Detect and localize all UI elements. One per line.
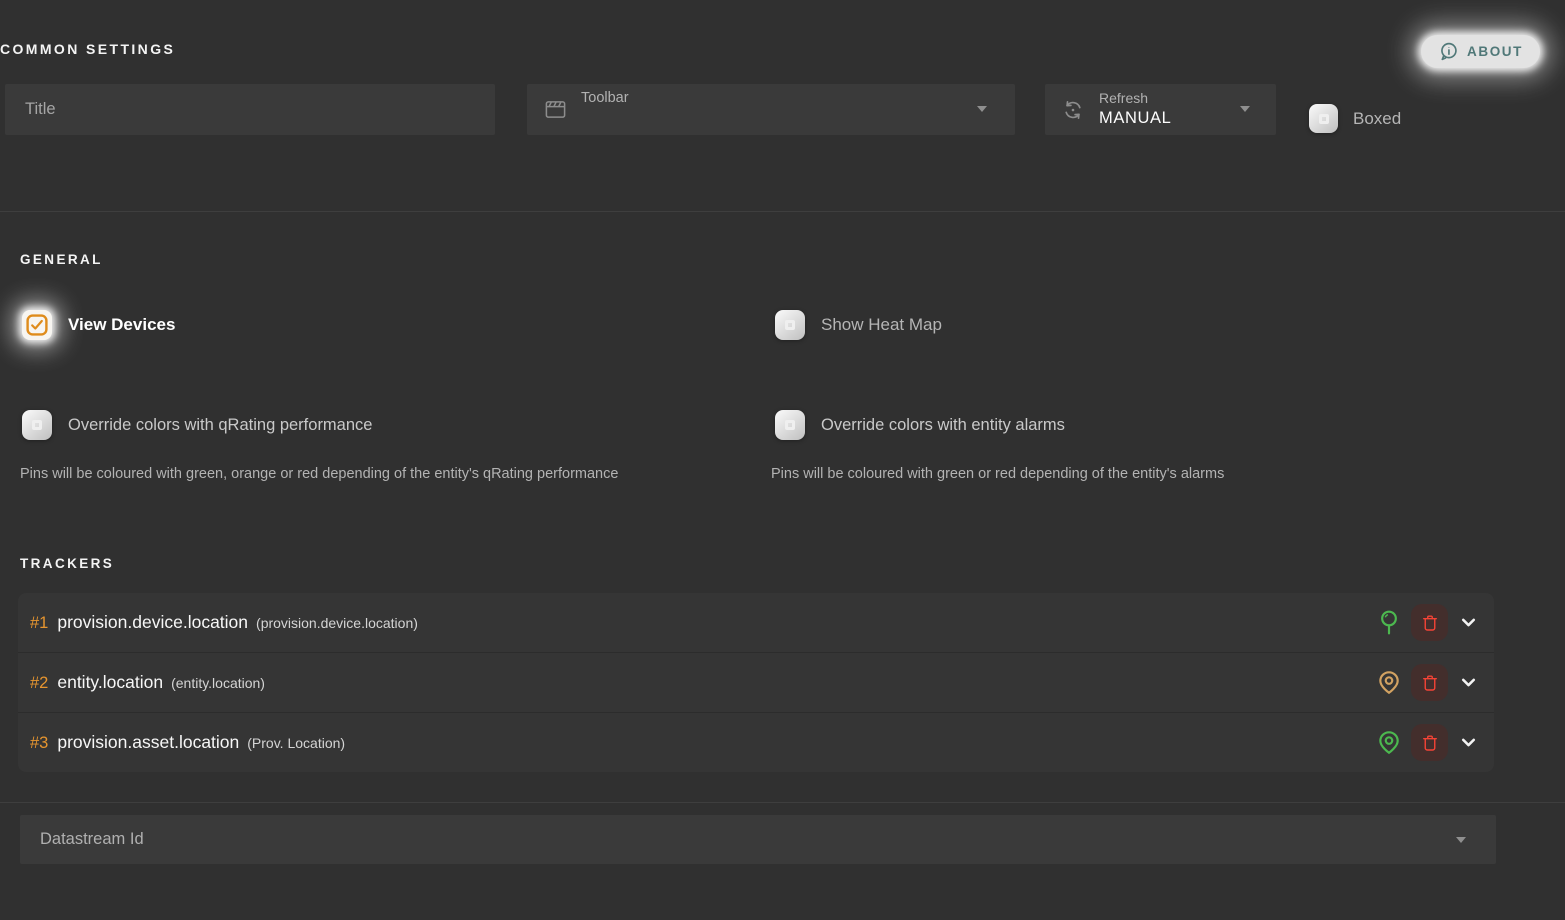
show-heat-map-checkbox[interactable]: [775, 310, 805, 340]
override-alarms-label: Override colors with entity alarms: [821, 415, 1065, 434]
tracker-name: entity.location: [57, 672, 164, 692]
trackers-list: #1 provision.device.location (provision.…: [18, 593, 1494, 772]
tracker-alias: (entity.location): [171, 675, 265, 691]
trackers-heading: TRACKERS: [20, 556, 115, 571]
general-heading: GENERAL: [20, 252, 103, 267]
toolbar-select[interactable]: Toolbar: [527, 84, 1015, 135]
tracker-name: provision.asset.location: [57, 732, 240, 752]
toolbar-select-label: Toolbar: [581, 90, 629, 106]
tracker-row: #1 provision.device.location (provision.…: [18, 593, 1494, 652]
refresh-select-label: Refresh: [1099, 90, 1149, 107]
dropdown-caret-icon: [1240, 106, 1250, 112]
location-marker-icon[interactable]: [1375, 729, 1403, 756]
delete-tracker-button[interactable]: [1411, 664, 1448, 701]
refresh-select[interactable]: Refresh MANUAL: [1045, 84, 1276, 135]
tracker-row: #2 entity.location (entity.location): [18, 652, 1494, 712]
pin-drop-icon[interactable]: [1375, 609, 1403, 636]
tracker-row: #3 provision.asset.location (Prov. Locat…: [18, 712, 1494, 772]
tracker-name: provision.device.location: [57, 612, 249, 632]
title-input[interactable]: [5, 84, 495, 135]
override-qrating-label: Override colors with qRating performance: [68, 415, 373, 434]
override-qrating-description: Pins will be coloured with green, orange…: [20, 466, 619, 482]
map-widget-settings-panel: COMMON SETTINGS ABOUT Toolbar: [0, 0, 1565, 920]
tracker-alias: (Prov. Location): [247, 735, 346, 751]
dropdown-caret-icon: [977, 106, 987, 112]
refresh-select-value: MANUAL: [1099, 108, 1172, 127]
common-settings-heading: COMMON SETTINGS: [0, 41, 176, 57]
chevron-down-icon[interactable]: [1456, 732, 1480, 753]
tracker-index: #3: [30, 734, 49, 752]
view-devices-checkbox[interactable]: [22, 310, 52, 340]
show-heat-map-label: Show Heat Map: [821, 315, 942, 334]
toolbar-icon: [543, 98, 567, 121]
boxed-checkbox[interactable]: [1309, 104, 1338, 133]
section-divider: [0, 211, 1565, 212]
section-divider: [0, 802, 1565, 803]
override-alarms-checkbox[interactable]: [775, 410, 805, 440]
datastream-id-label: Datastream Id: [40, 830, 144, 848]
about-button-label: ABOUT: [1467, 44, 1523, 59]
tracker-alias: (provision.device.location): [256, 615, 418, 631]
delete-tracker-button[interactable]: [1411, 604, 1448, 641]
override-qrating-checkbox[interactable]: [22, 410, 52, 440]
tracker-index: #1: [30, 614, 49, 632]
datastream-id-select[interactable]: Datastream Id: [20, 815, 1496, 864]
info-bubble-icon: [1438, 41, 1459, 62]
dropdown-caret-icon: [1456, 837, 1466, 843]
delete-tracker-button[interactable]: [1411, 724, 1448, 761]
tracker-index: #2: [30, 674, 49, 692]
chevron-down-icon[interactable]: [1456, 672, 1480, 693]
view-devices-label: View Devices: [68, 315, 176, 334]
boxed-checkbox-label: Boxed: [1353, 108, 1402, 128]
chevron-down-icon[interactable]: [1456, 612, 1480, 633]
override-alarms-description: Pins will be coloured with green or red …: [771, 466, 1225, 482]
about-button[interactable]: ABOUT: [1421, 35, 1540, 68]
location-marker-icon[interactable]: [1375, 669, 1403, 696]
refresh-icon: [1061, 98, 1085, 122]
